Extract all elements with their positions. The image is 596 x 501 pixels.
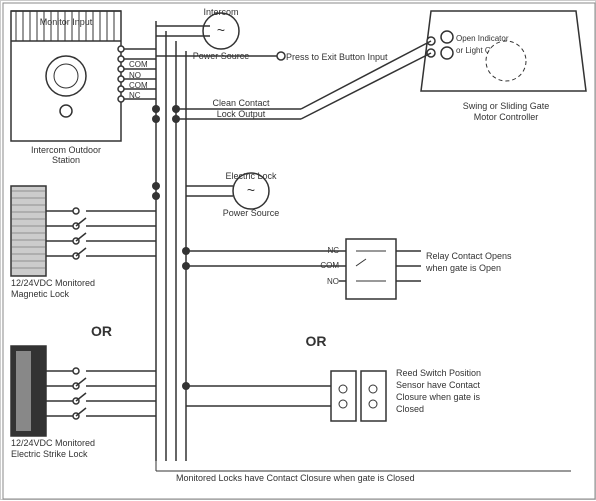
electric-lock-power-label2: Power Source <box>223 208 280 218</box>
wiring-diagram: Monitor Input COM NO COM NC Intercom Out… <box>0 0 596 500</box>
clean-contact-label1: Clean Contact <box>212 98 270 108</box>
or-label1: OR <box>306 333 327 349</box>
magnetic-lock-label1: 12/24VDC Monitored <box>11 278 95 288</box>
clean-contact-label2: Lock Output <box>217 109 266 119</box>
reed-switch-label2: Sensor have Contact <box>396 380 481 390</box>
magnetic-lock-label2: Magnetic Lock <box>11 289 70 299</box>
relay-contact-label1: Relay Contact Opens <box>426 251 512 261</box>
relay-no-label: NO <box>327 277 339 286</box>
monitored-locks-label: Monitored Locks have Contact Closure whe… <box>176 473 415 483</box>
or-label2: OR <box>91 323 112 339</box>
intercom-outdoor-label: Intercom Outdoor <box>31 145 101 155</box>
relay-contact-label2: when gate is Open <box>425 263 501 273</box>
monitor-input-label: Monitor Input <box>40 17 93 27</box>
swing-gate-label2: Motor Controller <box>474 112 539 122</box>
reed-switch-label1: Reed Switch Position <box>396 368 481 378</box>
reed-switch-label3: Closure when gate is <box>396 392 481 402</box>
com-label: COM <box>129 60 148 69</box>
intercom-outdoor-label2: Station <box>52 155 80 165</box>
electric-lock-power-symbol: ~ <box>247 182 255 198</box>
open-indicator-label1: Open Indicator <box>456 34 509 43</box>
intercom-power-symbol: ~ <box>217 22 225 38</box>
electric-lock-power-label1: Electric Lock <box>225 171 277 181</box>
intercom-power-label1: Intercom <box>203 7 238 17</box>
electric-strike-label1: 12/24VDC Monitored <box>11 438 95 448</box>
press-to-exit-label: Press to Exit Button Input <box>286 52 388 62</box>
electric-strike-label2: Electric Strike Lock <box>11 449 88 459</box>
reed-switch-label4: Closed <box>396 404 424 414</box>
swing-gate-label1: Swing or Sliding Gate <box>463 101 550 111</box>
